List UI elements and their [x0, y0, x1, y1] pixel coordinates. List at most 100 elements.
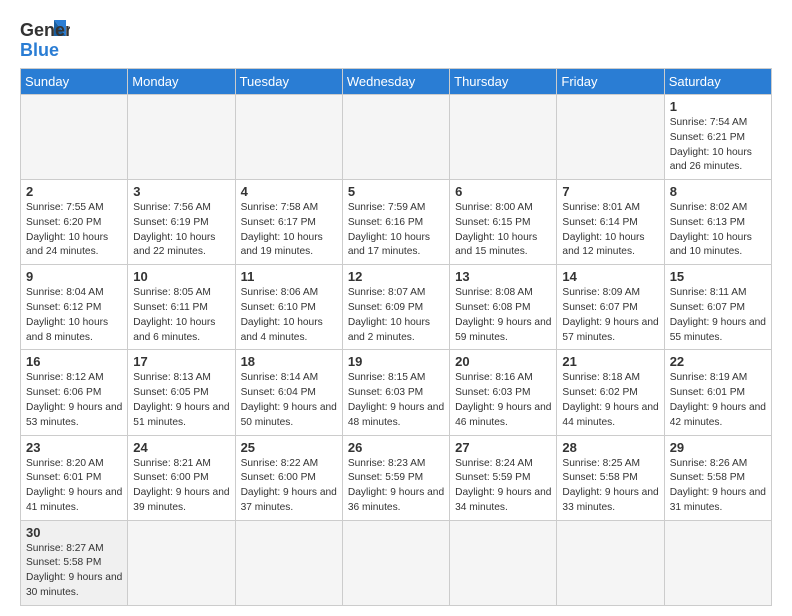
calendar-cell: [128, 95, 235, 180]
calendar-cell: 18 Sunrise: 8:14 AM Sunset: 6:04 PM Dayli…: [235, 350, 342, 435]
day-info: Sunrise: 8:13 AM Sunset: 6:05 PM Dayligh…: [133, 371, 229, 430]
header-wednesday: Wednesday: [342, 69, 449, 95]
day-info: Sunrise: 7:58 AM Sunset: 6:17 PM Dayligh…: [241, 201, 337, 260]
svg-text:Blue: Blue: [20, 40, 59, 60]
calendar-week-row: 2 Sunrise: 7:55 AM Sunset: 6:20 PM Daylig…: [21, 180, 772, 265]
day-number: 8: [670, 184, 766, 199]
day-number: 16: [26, 354, 122, 369]
day-number: 20: [455, 354, 551, 369]
calendar-cell: 10 Sunrise: 8:05 AM Sunset: 6:11 PM Dayli…: [128, 265, 235, 350]
day-number: 6: [455, 184, 551, 199]
day-info: Sunrise: 8:20 AM Sunset: 6:01 PM Dayligh…: [26, 457, 122, 516]
calendar-cell: 11 Sunrise: 8:06 AM Sunset: 6:10 PM Dayli…: [235, 265, 342, 350]
calendar-cell: 30 Sunrise: 8:27 AM Sunset: 5:58 PM Dayli…: [21, 520, 128, 605]
calendar-cell: 8 Sunrise: 8:02 AM Sunset: 6:13 PM Daylig…: [664, 180, 771, 265]
svg-text:General: General: [20, 20, 70, 40]
calendar-cell: 12Sunrise: 8:07 AM Sunset: 6:09 PM Dayli…: [342, 265, 449, 350]
calendar-cell: 26Sunrise: 8:23 AM Sunset: 5:59 PM Dayli…: [342, 435, 449, 520]
calendar-cell: [557, 95, 664, 180]
day-number: 10: [133, 269, 229, 284]
calendar-cell: 20Sunrise: 8:16 AM Sunset: 6:03 PM Dayli…: [450, 350, 557, 435]
calendar-cell: 24Sunrise: 8:21 AM Sunset: 6:00 PM Dayli…: [128, 435, 235, 520]
day-info: Sunrise: 8:26 AM Sunset: 5:58 PM Dayligh…: [670, 457, 766, 516]
calendar-week-row: 30 Sunrise: 8:27 AM Sunset: 5:58 PM Dayli…: [21, 520, 772, 605]
calendar-week-row: 1Sunrise: 7:54 AM Sunset: 6:21 PM Daylig…: [21, 95, 772, 180]
day-number: 11: [241, 269, 337, 284]
calendar-cell: 15Sunrise: 8:11 AM Sunset: 6:07 PM Dayli…: [664, 265, 771, 350]
day-info: Sunrise: 7:56 AM Sunset: 6:19 PM Dayligh…: [133, 201, 229, 260]
day-info: Sunrise: 8:06 AM Sunset: 6:10 PM Dayligh…: [241, 286, 337, 345]
calendar-cell: [664, 520, 771, 605]
day-number: 23: [26, 440, 122, 455]
day-info: Sunrise: 8:25 AM Sunset: 5:58 PM Dayligh…: [562, 457, 658, 516]
calendar-cell: 21 Sunrise: 8:18 AM Sunset: 6:02 PM Dayli…: [557, 350, 664, 435]
day-number: 5: [348, 184, 444, 199]
calendar-cell: 2 Sunrise: 7:55 AM Sunset: 6:20 PM Daylig…: [21, 180, 128, 265]
calendar-cell: 6 Sunrise: 8:00 AM Sunset: 6:15 PM Daylig…: [450, 180, 557, 265]
calendar-cell: [128, 520, 235, 605]
day-number: 28: [562, 440, 658, 455]
header-friday: Friday: [557, 69, 664, 95]
header-saturday: Saturday: [664, 69, 771, 95]
day-info: Sunrise: 8:24 AM Sunset: 5:59 PM Dayligh…: [455, 457, 551, 516]
calendar-cell: 29 Sunrise: 8:26 AM Sunset: 5:58 PM Dayli…: [664, 435, 771, 520]
calendar-cell: [235, 520, 342, 605]
day-info: Sunrise: 7:55 AM Sunset: 6:20 PM Dayligh…: [26, 201, 122, 260]
day-info: Sunrise: 8:00 AM Sunset: 6:15 PM Dayligh…: [455, 201, 551, 260]
day-number: 17: [133, 354, 229, 369]
day-number: 15: [670, 269, 766, 284]
day-number: 2: [26, 184, 122, 199]
day-number: 24: [133, 440, 229, 455]
calendar-cell: [557, 520, 664, 605]
calendar-cell: [342, 520, 449, 605]
calendar-cell: 9 Sunrise: 8:04 AM Sunset: 6:12 PM Daylig…: [21, 265, 128, 350]
day-info: Sunrise: 8:05 AM Sunset: 6:11 PM Dayligh…: [133, 286, 229, 345]
calendar-cell: 4Sunrise: 7:58 AM Sunset: 6:17 PM Daylig…: [235, 180, 342, 265]
day-number: 25: [241, 440, 337, 455]
calendar-cell: 1Sunrise: 7:54 AM Sunset: 6:21 PM Daylig…: [664, 95, 771, 180]
calendar-week-row: 23 Sunrise: 8:20 AM Sunset: 6:01 PM Dayli…: [21, 435, 772, 520]
calendar-cell: [235, 95, 342, 180]
day-number: 1: [670, 99, 766, 114]
header-monday: Monday: [128, 69, 235, 95]
day-info: Sunrise: 8:19 AM Sunset: 6:01 PM Dayligh…: [670, 371, 766, 430]
weekday-header-row: Sunday Monday Tuesday Wednesday Thursday…: [21, 69, 772, 95]
day-number: 21: [562, 354, 658, 369]
header-thursday: Thursday: [450, 69, 557, 95]
page: GeneralBlue Sunday Monday Tuesday Wednes…: [0, 0, 792, 616]
header: GeneralBlue: [20, 16, 772, 60]
day-number: 7: [562, 184, 658, 199]
day-info: Sunrise: 8:27 AM Sunset: 5:58 PM Dayligh…: [26, 542, 122, 601]
calendar-cell: 7 Sunrise: 8:01 AM Sunset: 6:14 PM Daylig…: [557, 180, 664, 265]
day-info: Sunrise: 8:14 AM Sunset: 6:04 PM Dayligh…: [241, 371, 337, 430]
calendar-cell: [450, 520, 557, 605]
day-number: 3: [133, 184, 229, 199]
day-number: 14: [562, 269, 658, 284]
day-number: 12: [348, 269, 444, 284]
calendar-week-row: 16 Sunrise: 8:12 AM Sunset: 6:06 PM Dayli…: [21, 350, 772, 435]
day-info: Sunrise: 8:01 AM Sunset: 6:14 PM Dayligh…: [562, 201, 658, 260]
header-tuesday: Tuesday: [235, 69, 342, 95]
day-info: Sunrise: 8:04 AM Sunset: 6:12 PM Dayligh…: [26, 286, 122, 345]
logo: GeneralBlue: [20, 16, 70, 60]
calendar-cell: 16 Sunrise: 8:12 AM Sunset: 6:06 PM Dayli…: [21, 350, 128, 435]
calendar-cell: 27Sunrise: 8:24 AM Sunset: 5:59 PM Dayli…: [450, 435, 557, 520]
calendar-cell: [342, 95, 449, 180]
day-info: Sunrise: 8:15 AM Sunset: 6:03 PM Dayligh…: [348, 371, 444, 430]
calendar-cell: 28 Sunrise: 8:25 AM Sunset: 5:58 PM Dayli…: [557, 435, 664, 520]
day-number: 9: [26, 269, 122, 284]
day-info: Sunrise: 8:09 AM Sunset: 6:07 PM Dayligh…: [562, 286, 658, 345]
calendar-cell: 3 Sunrise: 7:56 AM Sunset: 6:19 PM Daylig…: [128, 180, 235, 265]
calendar-cell: 23 Sunrise: 8:20 AM Sunset: 6:01 PM Dayli…: [21, 435, 128, 520]
day-number: 18: [241, 354, 337, 369]
day-number: 30: [26, 525, 122, 540]
calendar-week-row: 9 Sunrise: 8:04 AM Sunset: 6:12 PM Daylig…: [21, 265, 772, 350]
calendar-cell: 19Sunrise: 8:15 AM Sunset: 6:03 PM Dayli…: [342, 350, 449, 435]
day-number: 26: [348, 440, 444, 455]
day-info: Sunrise: 8:12 AM Sunset: 6:06 PM Dayligh…: [26, 371, 122, 430]
day-info: Sunrise: 8:02 AM Sunset: 6:13 PM Dayligh…: [670, 201, 766, 260]
day-info: Sunrise: 8:18 AM Sunset: 6:02 PM Dayligh…: [562, 371, 658, 430]
day-number: 29: [670, 440, 766, 455]
day-number: 22: [670, 354, 766, 369]
calendar-cell: 22 Sunrise: 8:19 AM Sunset: 6:01 PM Dayli…: [664, 350, 771, 435]
